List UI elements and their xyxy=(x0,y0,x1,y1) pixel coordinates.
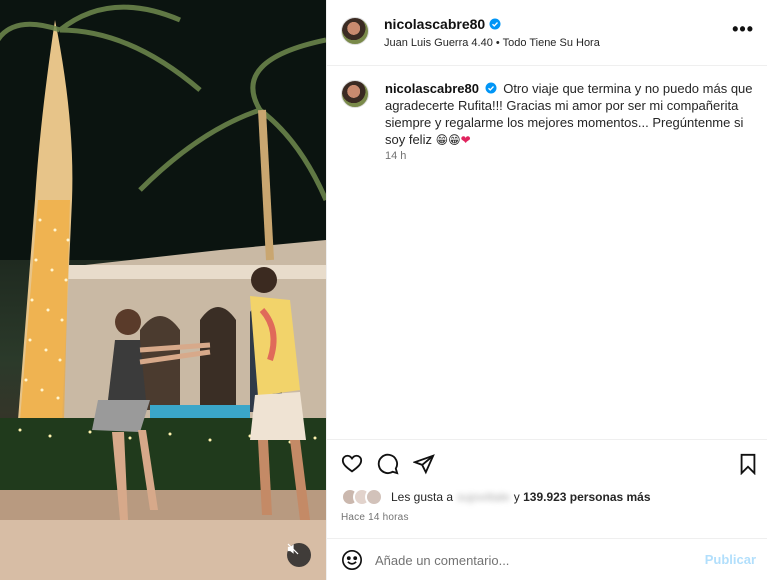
comment-input[interactable] xyxy=(375,549,695,571)
audio-link[interactable]: Juan Luis Guerra 4.40 • Todo Tiene Su Ho… xyxy=(384,37,600,49)
verified-badge-icon xyxy=(489,18,501,30)
author: nicolascabre80 xyxy=(384,16,501,32)
bookmark-icon[interactable] xyxy=(737,453,759,475)
avatar[interactable] xyxy=(341,17,369,45)
grin-emoji: 😁 xyxy=(435,133,449,147)
likes-count-link[interactable]: 139.923 personas más xyxy=(523,490,650,504)
caption-timestamp[interactable]: 14 h xyxy=(385,150,406,162)
action-bar xyxy=(327,439,767,487)
post-header: nicolascabre80 Juan Luis Guerra 4.40 • T… xyxy=(327,0,767,66)
emoji-smile-icon[interactable] xyxy=(341,549,363,571)
send-icon[interactable] xyxy=(413,453,435,475)
post-details-panel: nicolascabre80 Juan Luis Guerra 4.40 • T… xyxy=(326,0,767,580)
liker-avatars xyxy=(341,488,385,506)
media-scene xyxy=(0,0,326,580)
username-link[interactable]: nicolascabre80 xyxy=(385,81,479,96)
likes-connector: y xyxy=(513,490,520,504)
avatar xyxy=(365,488,383,506)
post-media[interactable] xyxy=(0,0,326,580)
username-link[interactable]: nicolascabre80 xyxy=(384,16,485,32)
more-options-button[interactable]: ••• xyxy=(732,20,754,38)
comment-icon[interactable] xyxy=(377,453,399,475)
more-horizontal-icon: ••• xyxy=(732,19,754,39)
post-date[interactable]: Hace 14 horas xyxy=(341,512,409,523)
likes-prefix: Les gusta a xyxy=(391,490,454,504)
audio-muted-icon[interactable] xyxy=(287,543,311,567)
verified-badge-icon xyxy=(485,82,497,94)
likes-summary: Les gusta a sujoviitale y 139.923 person… xyxy=(341,488,651,506)
caption-text: nicolascabre80 Otro viaje que termina y … xyxy=(385,80,755,149)
grin-emoji: 😁 xyxy=(448,133,461,147)
heart-emoji: ❤ xyxy=(460,133,471,147)
publish-button[interactable]: Publicar xyxy=(705,552,756,567)
avatar[interactable] xyxy=(341,80,369,108)
liker-username-link[interactable]: sujoviitale xyxy=(457,490,510,504)
comment-bar: Publicar xyxy=(327,538,767,580)
heart-icon[interactable] xyxy=(341,453,363,475)
